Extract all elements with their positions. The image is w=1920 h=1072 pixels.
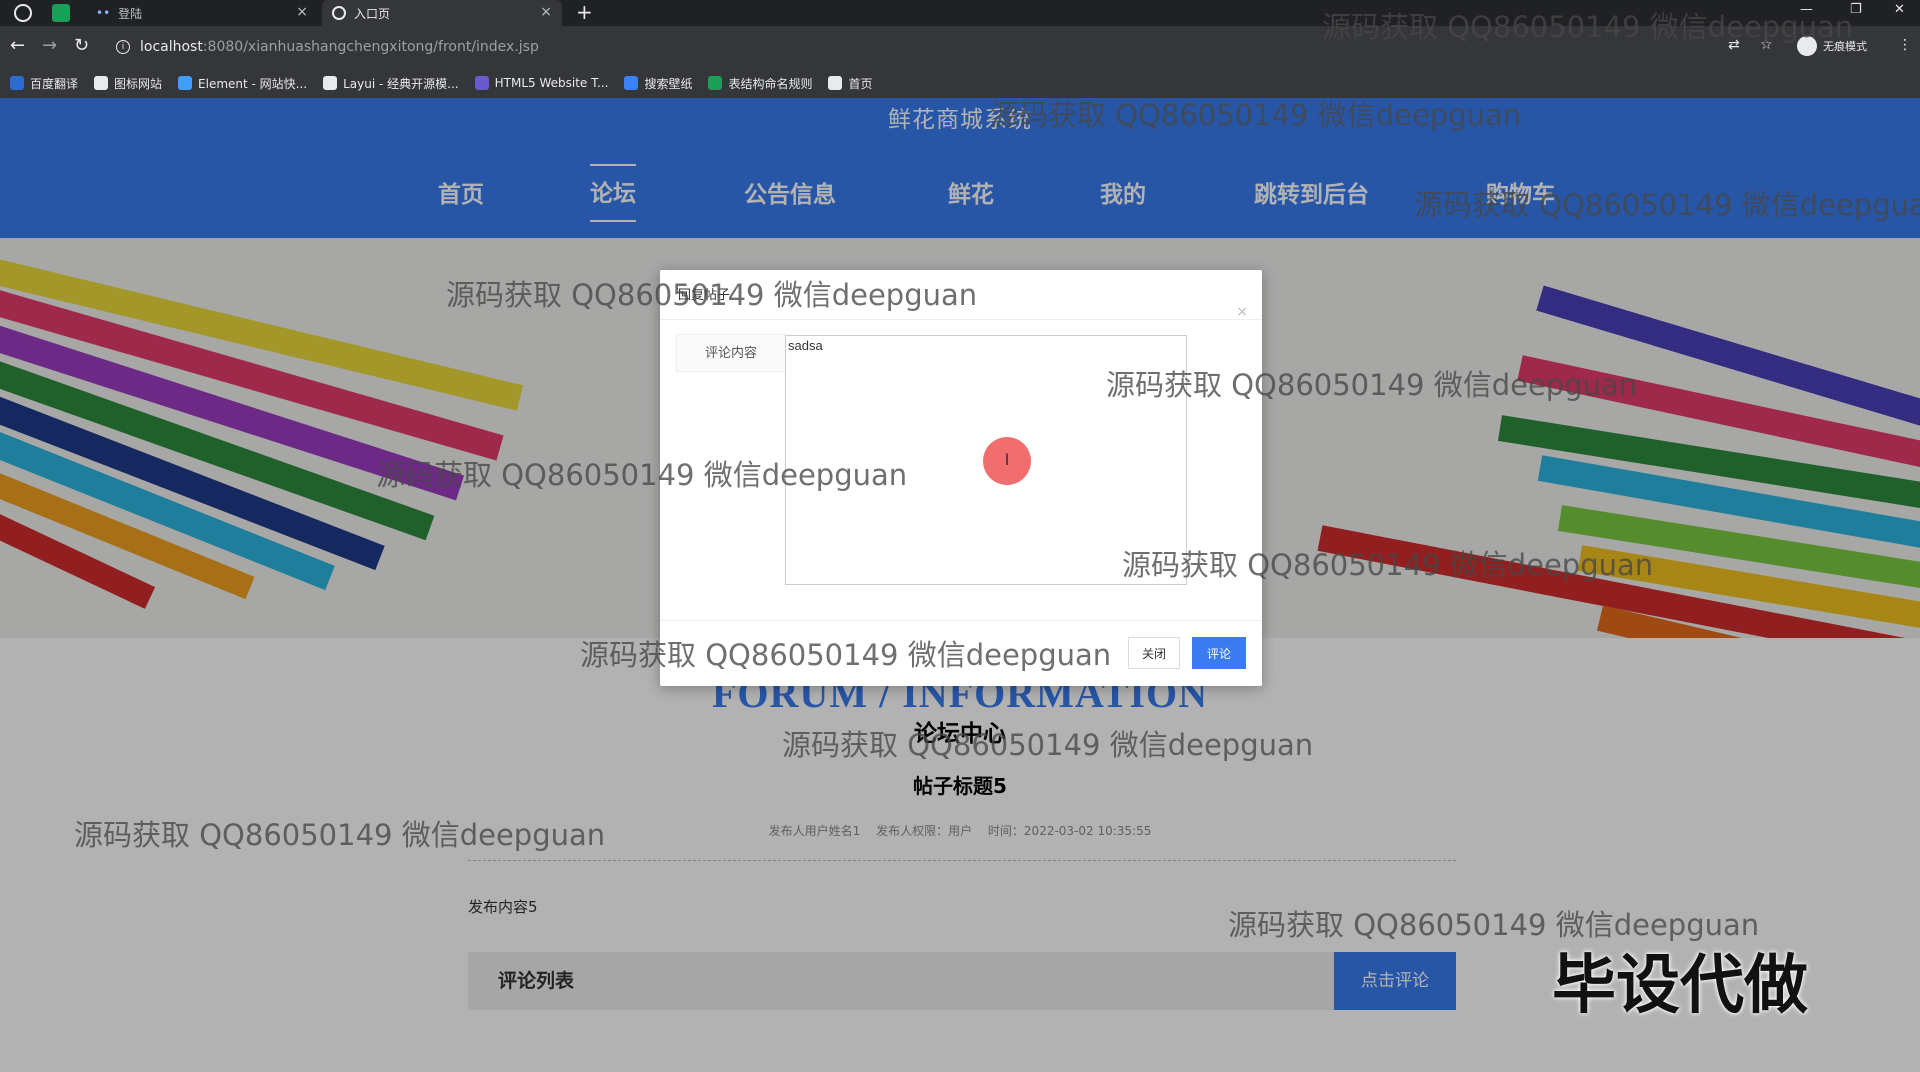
tab-login[interactable]: •• 登陆 × (86, 0, 318, 26)
incognito-indicator[interactable]: 无痕模式 (1797, 36, 1867, 56)
flag-icon (94, 76, 109, 90)
translate-icon (10, 76, 24, 90)
bookmark-label: Element - 网站快... (198, 76, 308, 91)
bookmark-label: 表结构命名规则 (728, 76, 813, 91)
chrome-app-icon[interactable] (14, 4, 32, 22)
bookmark-item[interactable]: 表结构命名规则 (708, 75, 812, 92)
html5-icon (474, 76, 489, 90)
bookmark-item[interactable]: HTML5 Website T... (474, 76, 609, 90)
bookmark-label: 百度翻译 (30, 76, 79, 91)
new-tab-button[interactable]: + (576, 0, 593, 24)
browser-tab-bar: •• 登陆 × 入口页 × + — ❐ ✕ (0, 0, 1920, 26)
restore-icon[interactable]: ❐ (1850, 0, 1862, 20)
wallpaper-icon (624, 76, 639, 90)
submit-comment-button[interactable]: 评论 (1192, 637, 1246, 669)
back-icon[interactable]: ← (10, 35, 25, 56)
reload-icon[interactable]: ↻ (74, 35, 89, 56)
watermark-tag: 毕设代做 (1552, 949, 1808, 1023)
bookmark-item[interactable]: 百度翻译 (10, 75, 78, 92)
url-host: localhost (140, 39, 203, 55)
info-icon[interactable]: i (116, 40, 130, 54)
bookmark-label: 图标网站 (114, 76, 163, 91)
comment-content-label: 评论内容 (676, 334, 786, 372)
globe-icon (828, 76, 843, 90)
incognito-icon (1797, 36, 1817, 56)
text-cursor-icon: I (983, 437, 1031, 485)
menu-icon[interactable]: ⋮ (1898, 37, 1912, 53)
bookmarks-bar: 百度翻译 图标网站 Element - 网站快... Layui - 经典开源模...… (0, 68, 1920, 98)
dialog-header: 回复帖子 × (660, 270, 1262, 320)
incognito-label: 无痕模式 (1823, 40, 1867, 53)
bookmark-label: 搜索壁纸 (644, 76, 693, 91)
forward-icon[interactable]: → (42, 35, 57, 56)
close-icon[interactable]: × (296, 4, 308, 20)
tab-entry[interactable]: 入口页 × (322, 0, 562, 26)
translate-icon[interactable]: ⇄ (1728, 37, 1740, 53)
bookmark-label: 首页 (848, 76, 873, 91)
close-icon[interactable]: × (540, 4, 552, 20)
dialog-footer: 关闭 评论 (660, 620, 1262, 686)
close-icon[interactable]: × (1236, 304, 1248, 320)
sheets-app-icon[interactable] (52, 4, 70, 22)
star-icon[interactable]: ☆ (1760, 37, 1773, 53)
tab-label: 入口页 (354, 6, 391, 21)
tab-label: 登陆 (118, 6, 143, 21)
tab-loading-icon: •• (96, 6, 111, 20)
reply-dialog: 回复帖子 × 评论内容 I 关闭 评论 (660, 270, 1262, 686)
layui-icon (323, 76, 338, 90)
close-button[interactable]: 关闭 (1128, 637, 1180, 669)
bookmark-label: HTML5 Website T... (494, 76, 609, 90)
globe-icon (332, 6, 346, 20)
bookmark-item[interactable]: 图标网站 (94, 75, 162, 92)
dialog-title: 回复帖子 (678, 288, 731, 303)
bookmark-label: Layui - 经典开源模... (343, 76, 459, 91)
bookmark-item[interactable]: Layui - 经典开源模... (323, 75, 459, 92)
bookmark-item[interactable]: 首页 (828, 75, 873, 92)
bookmark-item[interactable]: Element - 网站快... (178, 75, 307, 92)
element-icon (178, 76, 193, 90)
window-close-icon[interactable]: ✕ (1894, 0, 1905, 20)
url-path: :8080/xianhuashangchengxitong/front/inde… (202, 39, 539, 55)
url-input[interactable]: i localhost :8080/xianhuashangchengxiton… (108, 32, 1728, 62)
table-icon (708, 76, 723, 90)
minimize-icon[interactable]: — (1800, 0, 1813, 20)
address-bar-row: ← → ↻ i localhost :8080/xianhuashangchen… (0, 26, 1920, 68)
bookmark-item[interactable]: 搜索壁纸 (624, 75, 692, 92)
